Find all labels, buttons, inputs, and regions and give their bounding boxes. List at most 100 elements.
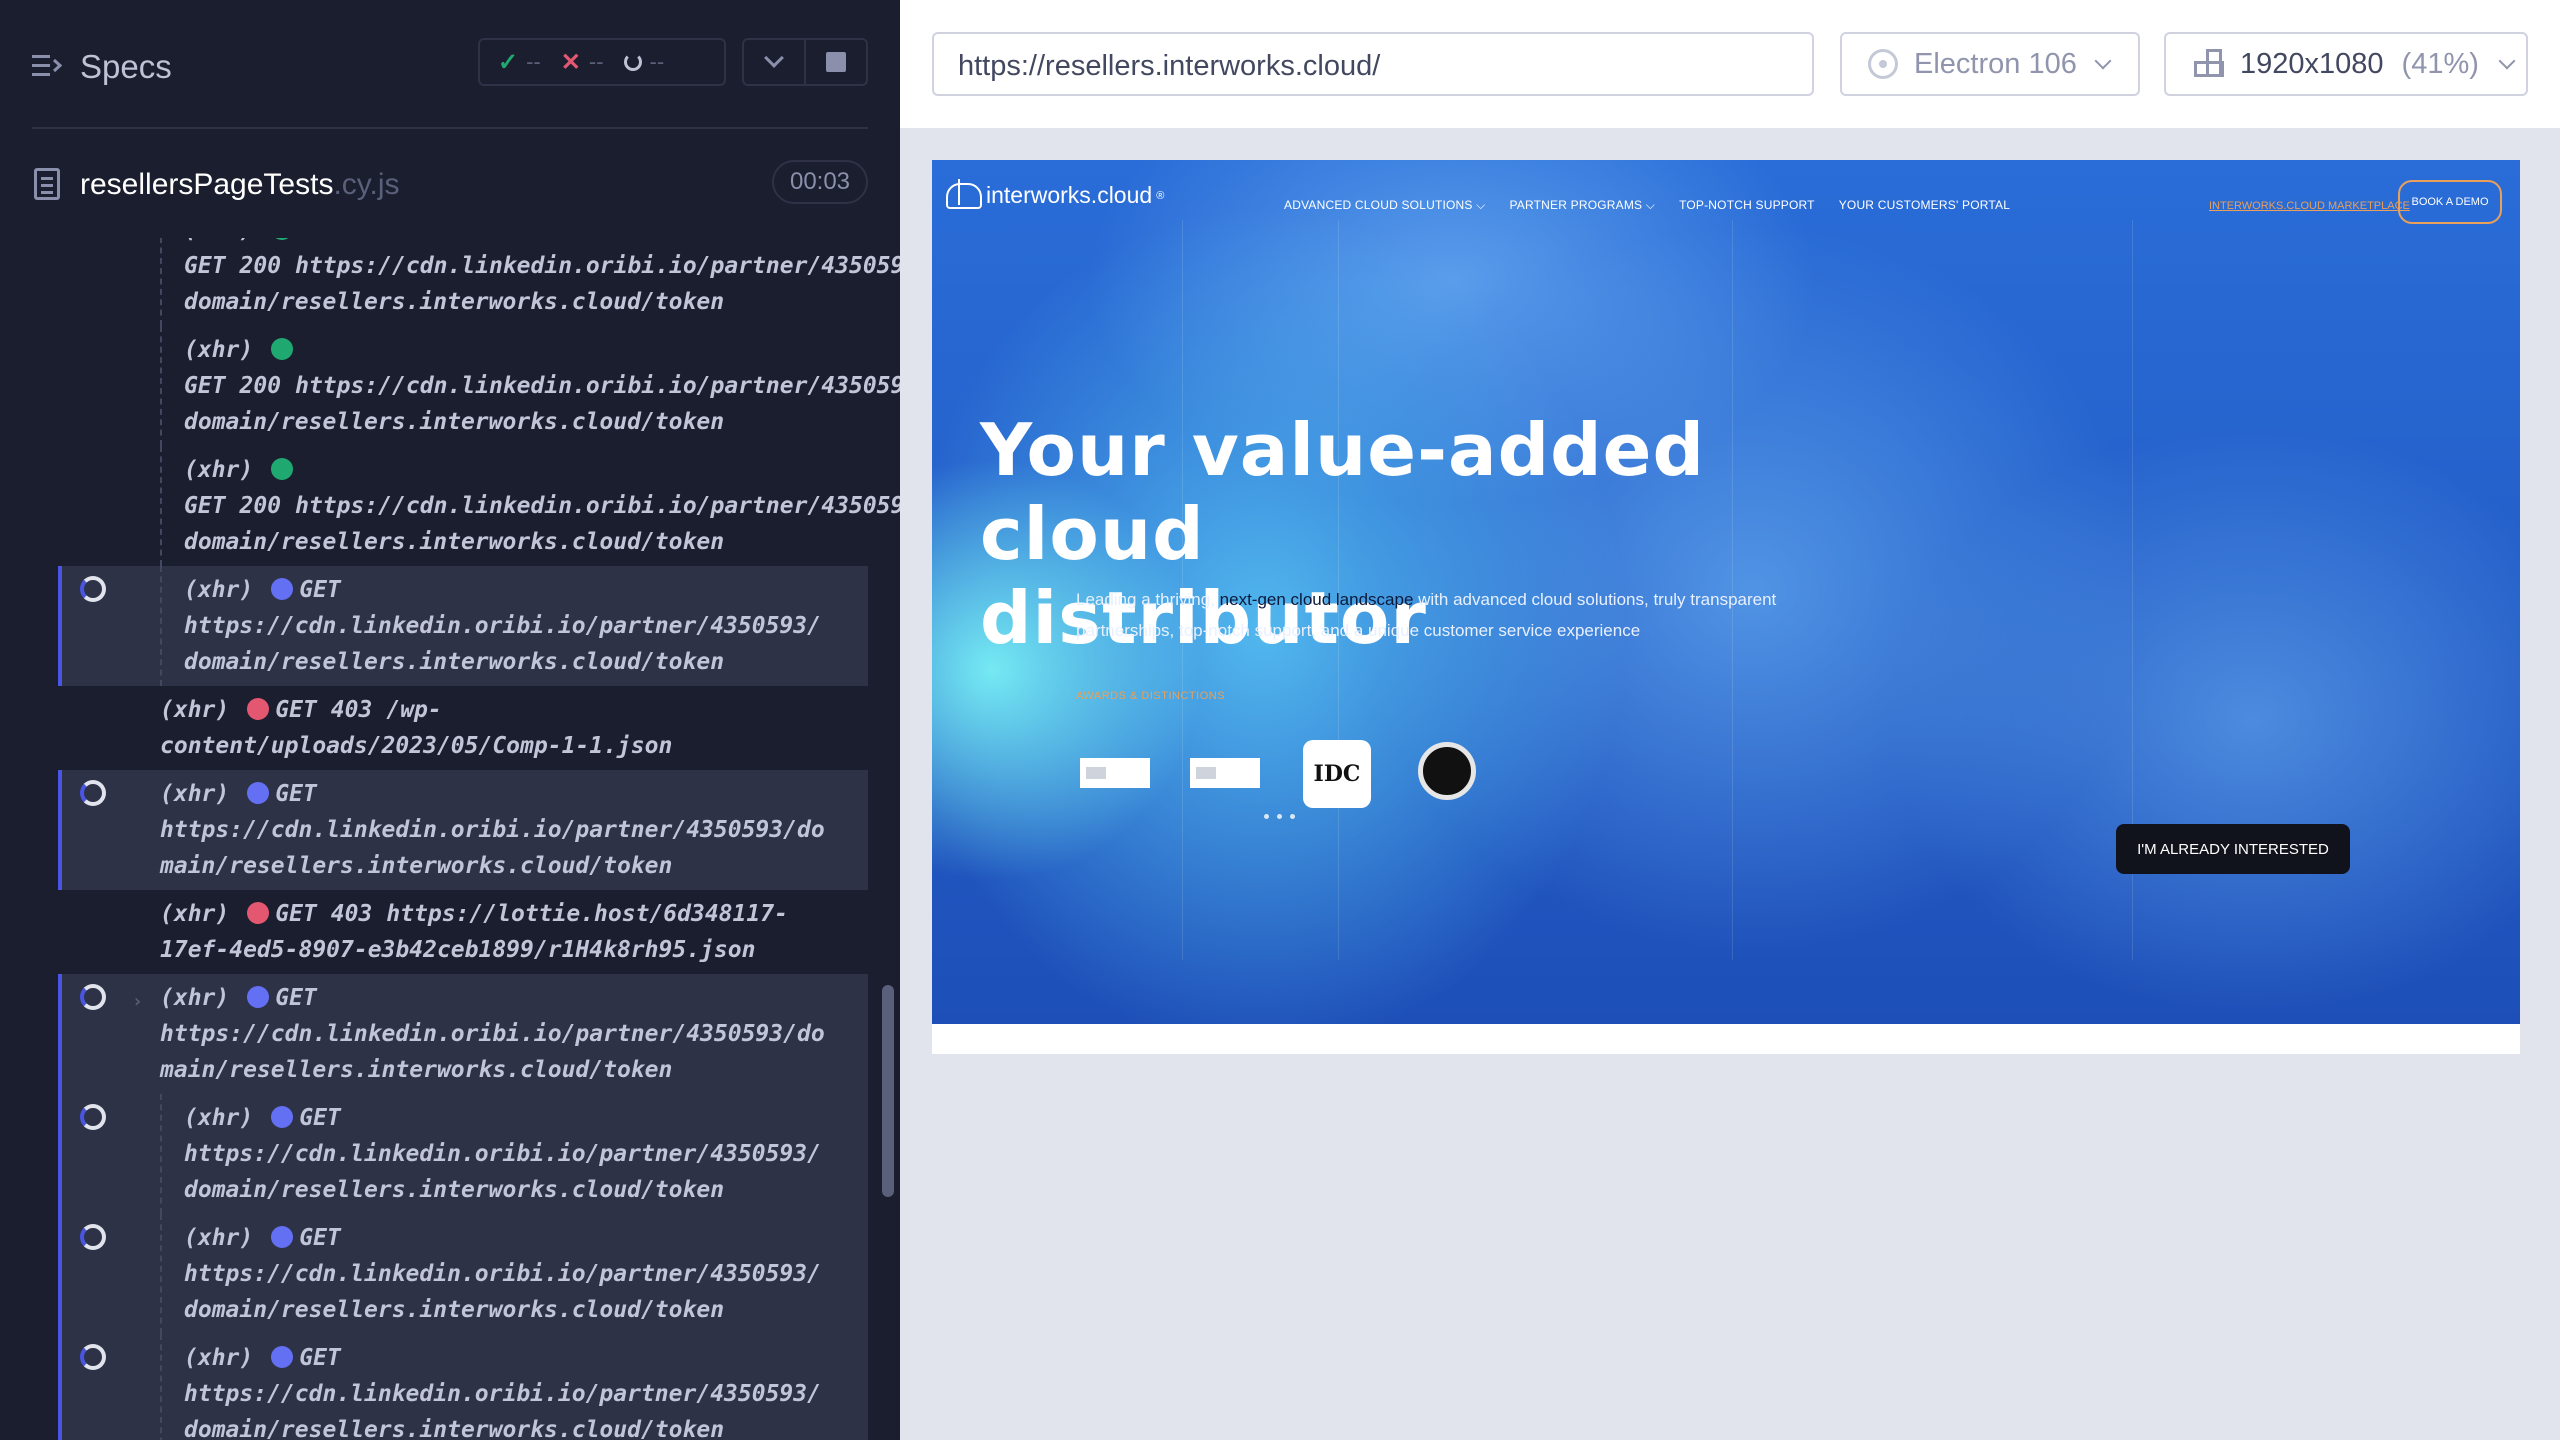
request-url: /wp- [386, 697, 442, 723]
marketplace-link[interactable]: INTERWORKS.CLOUD MARKETPLACE [2209, 200, 2410, 212]
status-dot-icon [271, 1346, 294, 1368]
command-log[interactable]: (xhr) GET 200 https://cdn.linkedin.oribi.io… [0, 238, 900, 1440]
specs-header: Specs ✓ -- ✕ -- -- [0, 0, 900, 128]
book-demo-button[interactable]: BOOK A DEMO [2398, 180, 2502, 224]
request-url: https://cdn.linkedin.oribi.io/partner/43… [295, 253, 900, 279]
status-dot-icon [271, 238, 294, 240]
command-log-entry[interactable]: (xhr) GET https://cdn.linkedin.oribi.io/pa… [58, 1094, 868, 1214]
command-type: (xhr) [184, 337, 254, 363]
command-log-entry[interactable]: (xhr) GET 403 https://lottie.host/6d348117-… [58, 890, 868, 974]
nav-partner-programs[interactable]: PARTNER PROGRAMS ⌵ [1509, 198, 1655, 213]
command-log-entry[interactable]: (xhr) GET 200 https://cdn.linkedin.oribi.io… [58, 238, 900, 326]
site-logo[interactable]: interworks.cloud ® [946, 178, 1165, 209]
site-nav: ADVANCED CLOUD SOLUTIONS ⌵ PARTNER PROGR… [1284, 198, 2010, 213]
registered-mark: ® [1156, 189, 1165, 202]
loading-spinner-icon [80, 984, 106, 1010]
command-type: (xhr) [184, 457, 254, 483]
run-duration: 00:03 [772, 160, 868, 204]
request-method: GET [275, 901, 317, 927]
carousel-dots[interactable] [1264, 814, 1295, 819]
response-status: 200 [239, 373, 282, 399]
request-method: GET [184, 493, 226, 519]
command-log-entry[interactable]: (xhr) GET https://cdn.linkedin.oribi.io/pa… [58, 1334, 868, 1440]
status-dot-icon [271, 338, 294, 360]
specs-title[interactable]: Specs [80, 48, 172, 86]
request-url: https://cdn.linkedin.oribi.io/partner/43… [184, 1141, 821, 1167]
microsoft-partner-award [1080, 758, 1150, 788]
aut-toolbar: https://resellers.interworks.cloud/ Elec… [900, 0, 2560, 128]
chevron-down-icon [764, 48, 784, 68]
loading-spinner-icon [80, 780, 106, 806]
url-field[interactable]: https://resellers.interworks.cloud/ [932, 32, 1814, 96]
request-url: domain/resellers.interworks.cloud/token [184, 1177, 725, 1203]
electron-icon [1868, 49, 1898, 79]
hero-subtitle-text: Leading a thriving, [1076, 590, 1220, 609]
command-log-entry[interactable]: (xhr) GET https://cdn.linkedin.oribi.io/pa… [58, 566, 868, 686]
status-dot-icon [271, 1226, 294, 1248]
command-log-entry[interactable]: (xhr) GET 200 https://cdn.linkedin.oribi.io… [58, 446, 900, 566]
response-status: 200 [239, 253, 282, 279]
browser-selector[interactable]: Electron 106 [1840, 32, 2140, 96]
request-url: https://cdn.linkedin.oribi.io/partner/43… [160, 817, 825, 843]
ruler-icon [2192, 49, 2224, 79]
status-dot-icon [247, 986, 270, 1008]
header-divider [32, 127, 868, 129]
command-type: (xhr) [160, 985, 230, 1011]
microsoft-partner-award [1190, 758, 1260, 788]
chevron-down-icon [2498, 52, 2516, 70]
command-log-entry[interactable]: (xhr) GET https://cdn.linkedin.oribi.io/pa… [58, 770, 868, 890]
response-status: 200 [239, 493, 282, 519]
collapse-all-button[interactable] [742, 38, 806, 86]
awards-label: AWARDS & DISTINCTIONS [1076, 690, 1226, 702]
command-log-scrollbar[interactable] [882, 985, 894, 1197]
request-url: https://cdn.linkedin.oribi.io/partner/43… [295, 373, 900, 399]
request-url: https://cdn.linkedin.oribi.io/partner/43… [184, 1381, 821, 1407]
site-logo-text: interworks.cloud [986, 182, 1153, 208]
request-url: domain/resellers.interworks.cloud/token [184, 1417, 725, 1440]
chevron-down-icon [2094, 52, 2112, 70]
nav-customers-portal[interactable]: YOUR CUSTOMERS' PORTAL [1839, 198, 2010, 213]
request-url: https://cdn.linkedin.oribi.io/partner/43… [295, 493, 900, 519]
request-url: https://cdn.linkedin.oribi.io/partner/43… [184, 613, 821, 639]
request-method: GET [299, 1105, 341, 1131]
stop-icon [826, 52, 846, 72]
passed-stat: ✓ -- [498, 48, 541, 77]
request-method: GET [275, 697, 317, 723]
pending-stat: -- [623, 49, 664, 75]
response-status: 403 [330, 901, 373, 927]
request-url: domain/resellers.interworks.cloud/token [184, 289, 725, 315]
request-url: https://cdn.linkedin.oribi.io/partner/43… [160, 1021, 825, 1047]
request-url: domain/resellers.interworks.cloud/token [184, 409, 725, 435]
viewport-selector[interactable]: 1920x1080 (41%) [2164, 32, 2528, 96]
spec-file-name[interactable]: resellersPageTests.cy.js [80, 168, 400, 202]
status-dot-icon [271, 458, 294, 480]
reporter-panel: Specs ✓ -- ✕ -- -- resellersPageTests.cy… [0, 0, 900, 1440]
passed-count: -- [526, 49, 541, 74]
specs-menu-icon[interactable] [32, 54, 62, 78]
status-dot-icon [247, 902, 270, 924]
already-interested-button[interactable]: I'M ALREADY INTERESTED [2116, 824, 2350, 874]
loading-spinner-icon [80, 1224, 106, 1250]
loading-spinner-icon [80, 1104, 106, 1130]
command-log-entry[interactable]: (xhr) GET https://cdn.linkedin.oribi.io/pa… [58, 1214, 868, 1334]
command-type: (xhr) [184, 577, 254, 603]
command-log-entry[interactable]: › (xhr) GET https://cdn.linkedin.oribi.io/p… [58, 974, 868, 1094]
spec-file-ext: .cy.js [333, 168, 400, 201]
viewport-size: 1920x1080 [2240, 47, 2384, 80]
request-method: GET [275, 985, 317, 1011]
command-type: (xhr) [184, 1345, 254, 1371]
check-icon: ✓ [498, 48, 519, 76]
aut-iframe[interactable]: interworks.cloud ® ADVANCED CLOUD SOLUTI… [932, 160, 2520, 1054]
loading-spinner-icon [80, 576, 106, 602]
nav-top-notch-support[interactable]: TOP-NOTCH SUPPORT [1679, 198, 1815, 213]
idc-award: IDC [1303, 740, 1371, 808]
chevron-right-icon[interactable]: › [132, 984, 143, 1020]
request-url: content/uploads/2023/05/Comp-1-1.json [160, 733, 673, 759]
command-log-entry[interactable]: (xhr) GET 403/wp-content/uploads/2023/05/C… [58, 686, 868, 770]
response-status: 403 [330, 697, 373, 723]
nav-advanced-cloud-solutions[interactable]: ADVANCED CLOUD SOLUTIONS ⌵ [1284, 198, 1485, 213]
command-log-entry[interactable]: (xhr) GET 200 https://cdn.linkedin.oribi.io… [58, 326, 900, 446]
command-type: (xhr) [184, 1225, 254, 1251]
stop-button[interactable] [804, 38, 868, 86]
request-url: domain/resellers.interworks.cloud/token [184, 649, 725, 675]
